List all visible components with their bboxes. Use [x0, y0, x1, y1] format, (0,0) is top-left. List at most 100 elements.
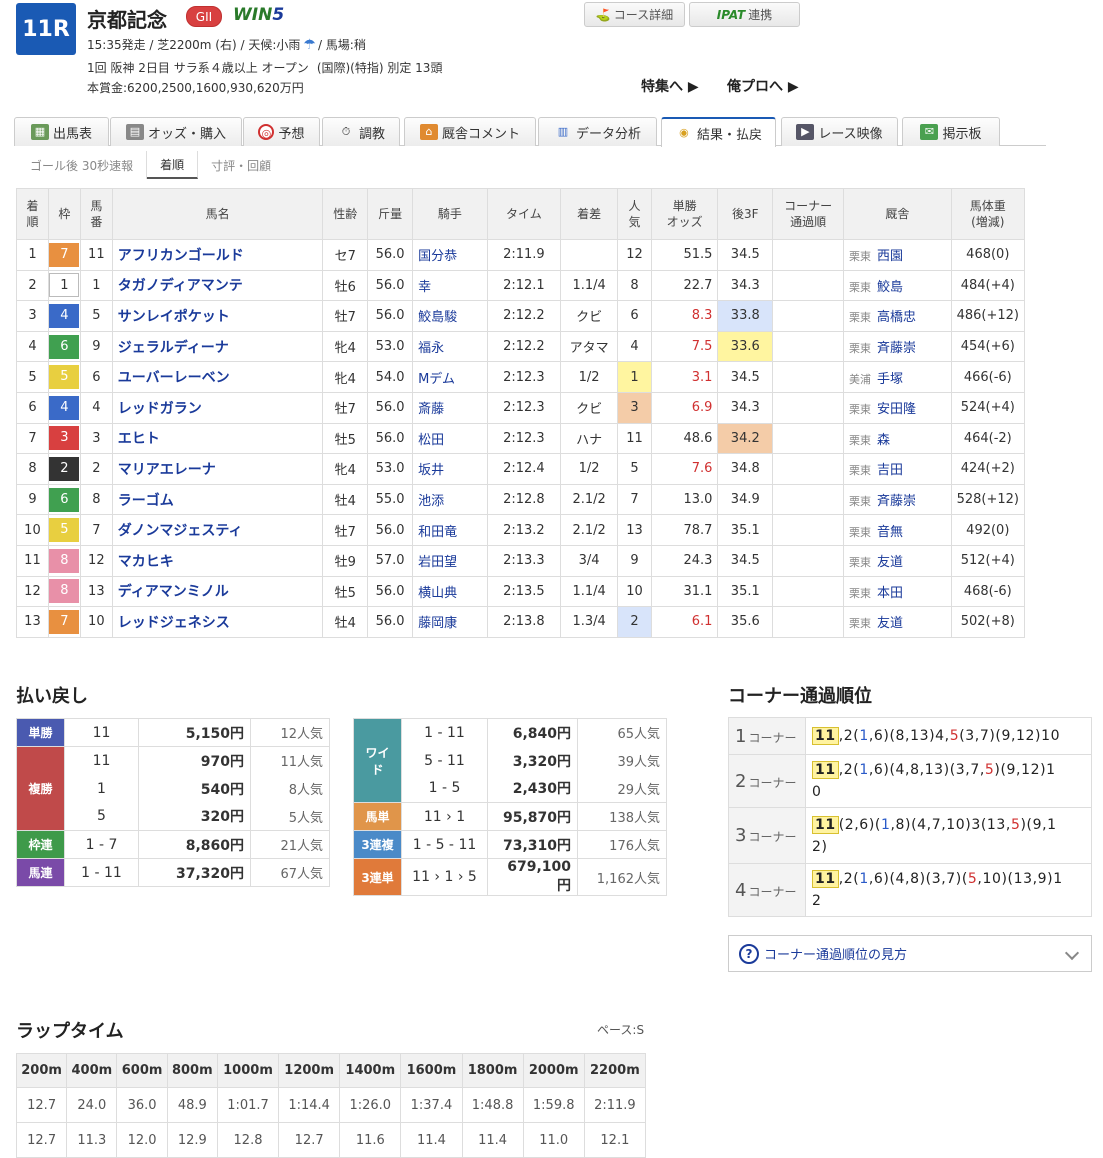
jockey[interactable]: 和田竜	[412, 514, 488, 546]
carried-weight: 55.0	[367, 483, 414, 516]
stable[interactable]: 栗東 本田	[843, 575, 952, 608]
tab-bulletin[interactable]: ✉ 掲示板	[902, 117, 1000, 146]
trainer-link[interactable]: 友道	[877, 616, 903, 631]
tab-results[interactable]: ◉ 結果・払戻	[661, 117, 776, 147]
jockey[interactable]: Mデム	[412, 361, 488, 393]
jockey[interactable]: 斎藤	[412, 391, 488, 424]
trainer-link[interactable]: 安田隆	[877, 402, 916, 417]
trainer-link[interactable]: 音無	[877, 525, 903, 540]
jockey[interactable]: 鮫島駿	[412, 300, 488, 332]
mypro-link[interactable]: 俺プロへ ▶	[727, 76, 799, 96]
tab-prediction[interactable]: ◎ 予想	[243, 117, 320, 146]
stable[interactable]: 栗東 西園	[843, 239, 952, 271]
horse-name[interactable]: レッドガラン	[111, 391, 324, 424]
lap-distance: 1400m	[339, 1053, 402, 1088]
stable[interactable]: 栗東 鮫島	[843, 269, 952, 302]
subtab-review[interactable]: 寸評・回顧	[198, 151, 284, 179]
corner-label: 2 コーナー	[728, 754, 806, 808]
jockey[interactable]: 藤岡康	[412, 606, 488, 638]
th-corner: コーナー 通過順	[772, 188, 845, 240]
popularity: 8	[617, 269, 652, 302]
payout-amount: 73,310円	[487, 830, 578, 859]
trainer-link[interactable]: 高橋忠	[877, 310, 916, 325]
payout-num: 11 › 1	[401, 802, 488, 831]
jockey[interactable]: 松田	[412, 422, 488, 455]
win-odds: 6.9	[650, 391, 719, 424]
horse-name[interactable]: マカヒキ	[111, 544, 324, 577]
jockey[interactable]: 福永	[412, 330, 488, 363]
th-diff: 着差	[560, 188, 619, 240]
horse-name[interactable]: マリアエレーナ	[111, 453, 324, 485]
trainer-link[interactable]: 吉田	[877, 463, 903, 478]
trainer-link[interactable]: 本田	[877, 586, 903, 601]
horse-name[interactable]: ディアマンミノル	[111, 575, 324, 608]
trainer-link[interactable]: 友道	[877, 555, 903, 570]
trainer-link[interactable]: 斉藤崇	[877, 341, 916, 356]
popularity: 5	[617, 453, 652, 485]
corner-label: 3 コーナー	[728, 807, 806, 864]
course-detail-button[interactable]: ⛳ コース詳細	[584, 2, 685, 27]
tab-training[interactable]: ⏱ 調教	[322, 117, 400, 146]
jockey[interactable]: 横山典	[412, 575, 488, 608]
stable[interactable]: 栗東 安田隆	[843, 391, 952, 424]
stable[interactable]: 栗東 友道	[843, 544, 952, 577]
training-center: 栗東	[849, 617, 872, 631]
horse-name[interactable]: レッドジェネシス	[111, 606, 324, 638]
payout-num: 5 - 11	[401, 746, 488, 775]
payout-pop: 39人気	[577, 746, 667, 775]
carried-weight: 54.0	[367, 361, 414, 393]
tab-data-analysis[interactable]: ▥ データ分析	[538, 117, 657, 146]
jockey[interactable]: 池添	[412, 483, 488, 516]
subtab-order[interactable]: 着順	[147, 151, 199, 179]
jockey[interactable]: 幸	[412, 269, 488, 302]
tab-entries[interactable]: ▦ 出馬表	[14, 117, 109, 146]
stable[interactable]: 栗東 吉田	[843, 453, 952, 485]
trainer-link[interactable]: 西園	[877, 249, 903, 264]
tab-race-video[interactable]: ▶ レース映像	[781, 117, 898, 146]
horse-number: 6	[79, 361, 113, 393]
payout-pop: 5人気	[250, 802, 330, 831]
win-odds: 24.3	[650, 544, 719, 577]
win-odds: 6.1	[650, 606, 719, 638]
payout-row-wide: ワイド 1 - 11 6,840円 65人気	[353, 718, 667, 803]
result-row: 5 5 6 ユーバーレーベン 牝4 54.0 Mデム 2:12.3 1/2 1 3.1 34.5 美浦手…	[16, 361, 1026, 393]
trainer-link[interactable]: 手塚	[877, 372, 903, 387]
stable[interactable]: 栗東 高橋忠	[843, 300, 952, 332]
stable[interactable]: 栗東 音無	[843, 514, 952, 546]
horse-name[interactable]: タガノディアマンテ	[111, 269, 324, 302]
stable[interactable]: 栗東 斉藤崇	[843, 483, 952, 516]
horse-name[interactable]: ラーゴム	[111, 483, 324, 516]
tab-stable-comment[interactable]: ⌂ 厩舎コメント	[404, 117, 536, 146]
tab-odds[interactable]: ▤ オッズ・購入	[110, 117, 242, 146]
waku: 4	[47, 391, 81, 424]
stable[interactable]: 栗東 友道	[843, 606, 952, 638]
jockey[interactable]: 国分恭	[412, 239, 488, 271]
horse-name[interactable]: アフリカンゴールド	[111, 239, 324, 271]
trainer-link[interactable]: 鮫島	[877, 280, 903, 295]
feature-link[interactable]: 特集へ ▶	[641, 76, 699, 96]
jockey[interactable]: 岩田望	[412, 544, 488, 577]
horse-name[interactable]: サンレイポケット	[111, 300, 324, 332]
corner-label: 4 コーナー	[728, 863, 806, 917]
training-center: 栗東	[849, 250, 872, 264]
horse-name[interactable]: ジェラルディーナ	[111, 330, 324, 363]
stable[interactable]: 栗東 斉藤崇	[843, 330, 952, 363]
corner-pass	[772, 330, 845, 363]
horse-name[interactable]: ダノンマジェスティ	[111, 514, 324, 546]
corner-howto-toggle[interactable]: ? コーナー通過順位の見方	[728, 935, 1092, 972]
corner-pass	[772, 575, 845, 608]
carried-weight: 57.0	[367, 544, 414, 577]
stable[interactable]: 栗東森	[843, 422, 952, 455]
horse-name[interactable]: エヒト	[111, 422, 324, 455]
last-3f: 35.1	[717, 514, 774, 546]
rank: 6	[16, 391, 49, 424]
trainer-link[interactable]: 斉藤崇	[877, 494, 916, 509]
ipat-button[interactable]: IPAT 連携	[689, 2, 800, 27]
stable[interactable]: 美浦 手塚	[843, 361, 952, 393]
carried-weight: 53.0	[367, 453, 414, 485]
subtab-quick[interactable]: ゴール後 30秒速報	[17, 151, 148, 179]
horse-name[interactable]: ユーバーレーベン	[111, 361, 324, 393]
lap-split: 11.3	[66, 1122, 118, 1158]
jockey[interactable]: 坂井	[412, 453, 488, 485]
trainer-link[interactable]: 森	[877, 433, 890, 448]
